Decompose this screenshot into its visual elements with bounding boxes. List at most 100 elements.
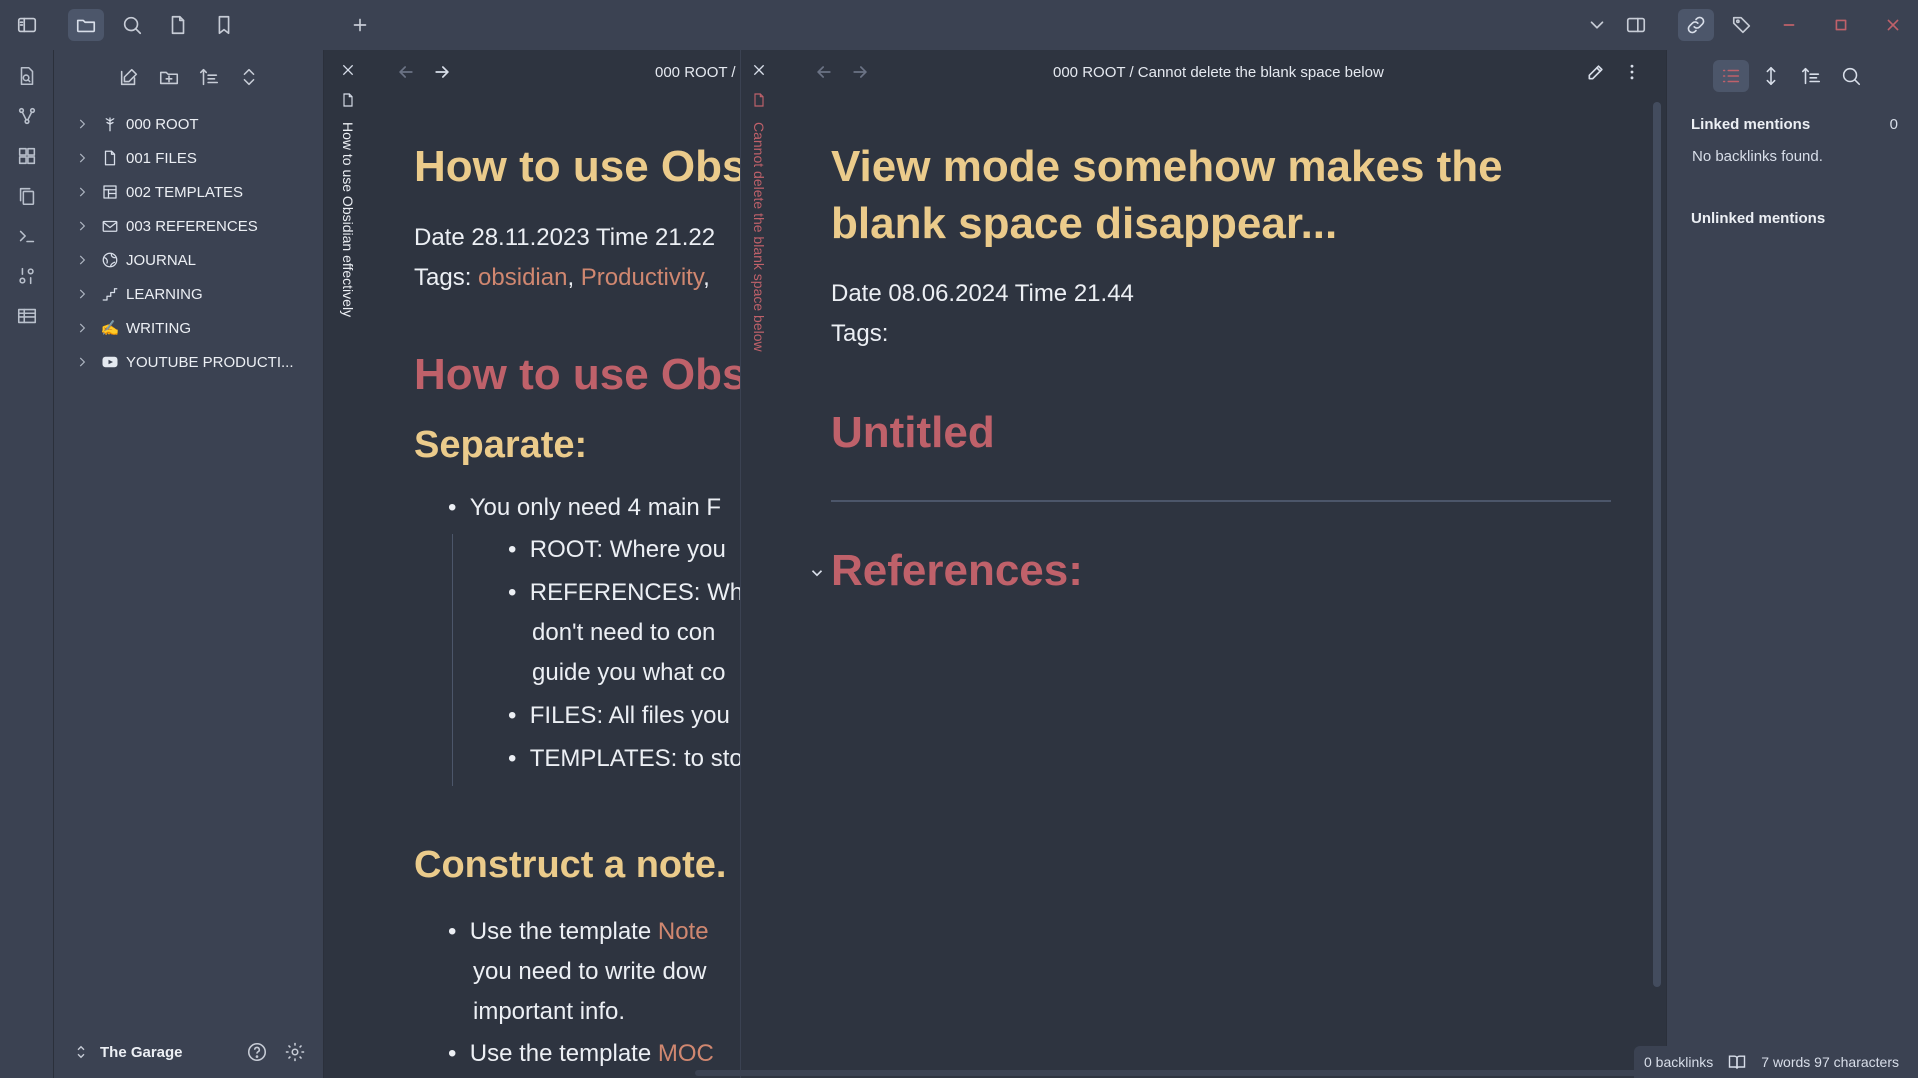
chevron-right-icon <box>74 354 90 370</box>
vault-bar: The Garage <box>54 1026 324 1078</box>
file-icon <box>100 148 120 168</box>
tree-item-youtube[interactable]: YOUTUBE PRODUCTI... <box>74 348 314 376</box>
link-icon[interactable] <box>1678 9 1714 41</box>
chevron-right-icon <box>74 252 90 268</box>
tag-productivity[interactable]: Productivity <box>581 264 703 291</box>
bookmark-icon[interactable] <box>206 9 242 41</box>
tree-item-journal[interactable]: JOURNAL <box>74 246 314 274</box>
breadcrumb: 000 ROOT / Cannot delete the blank space… <box>1053 64 1384 81</box>
ribbon <box>0 50 54 1078</box>
tags-icon[interactable] <box>1724 9 1760 41</box>
heading-references: References: <box>831 546 1083 595</box>
tree-item-files[interactable]: 001 FILES <box>74 144 314 172</box>
tags-label: Tags: <box>414 264 472 291</box>
more-options-icon[interactable] <box>1622 62 1644 84</box>
number-icon[interactable] <box>13 262 41 290</box>
minimize-icon[interactable] <box>1771 9 1807 41</box>
edit-pencil-icon[interactable] <box>1586 62 1608 84</box>
tree-item-label: LEARNING <box>126 285 203 303</box>
vault-name[interactable]: The Garage <box>100 1044 183 1061</box>
forward-arrow-icon[interactable] <box>432 62 454 84</box>
copy-icon[interactable] <box>13 182 41 210</box>
list-icon[interactable] <box>1713 60 1749 92</box>
graph-view-icon[interactable] <box>13 102 41 130</box>
reading-mode-book-icon[interactable] <box>1727 1052 1747 1072</box>
list-item: • ROOT: Where you <box>508 536 726 563</box>
sort-icon[interactable] <box>194 62 224 92</box>
internal-link[interactable]: MOC <box>658 1040 714 1067</box>
tree-item-root[interactable]: 000 ROOT <box>74 110 314 138</box>
split-view-icon[interactable] <box>1618 9 1654 41</box>
tree-item-templates[interactable]: 002 TEMPLATES <box>74 178 314 206</box>
close-tab-icon[interactable] <box>751 62 769 80</box>
file-icon[interactable] <box>160 9 196 41</box>
new-tab-icon[interactable] <box>342 9 378 41</box>
maximize-icon[interactable] <box>1823 9 1859 41</box>
list-item-text: You only need 4 main F <box>469 494 722 521</box>
tree-item-label: 000 ROOT <box>126 115 199 133</box>
no-backlinks-text: No backlinks found. <box>1692 148 1823 165</box>
chevron-down-icon[interactable] <box>1579 9 1615 41</box>
list-item: • REFERENCES: Whe <box>508 573 740 613</box>
note-title: How to use Obs <box>414 142 740 191</box>
word-count: 7 words 97 characters <box>1761 1054 1899 1070</box>
tag-separator: , <box>567 264 575 291</box>
canvas-icon[interactable] <box>13 142 41 170</box>
chevron-right-icon <box>74 184 90 200</box>
heading-construct: Construct a note. <box>414 844 727 886</box>
tree-item-writing[interactable]: ✍ WRITING <box>74 314 314 342</box>
spine-title: Cannot delete the blank space below <box>751 122 767 352</box>
back-arrow-icon[interactable] <box>814 62 836 84</box>
tags-line: Tags: <box>831 320 889 347</box>
vertical-scrollbar[interactable] <box>1653 102 1661 987</box>
fold-chevron-icon[interactable] <box>808 564 826 582</box>
internal-link[interactable]: Note <box>658 918 709 945</box>
backlinks-count[interactable]: 0 backlinks <box>1644 1054 1713 1070</box>
close-icon[interactable] <box>1875 9 1911 41</box>
help-icon[interactable] <box>244 1039 270 1065</box>
list-item-text: TEMPLATES: to sto <box>529 745 740 772</box>
new-note-icon[interactable] <box>114 62 144 92</box>
sidebar-toggle-icon[interactable] <box>9 9 45 41</box>
tag-obsidian[interactable]: obsidian <box>478 264 567 291</box>
linked-mentions-header[interactable]: Linked mentions <box>1691 116 1810 133</box>
stairs-icon <box>100 284 120 304</box>
search-icon[interactable] <box>1833 60 1869 92</box>
tree-item-label: 002 TEMPLATES <box>126 183 243 201</box>
list-item-continuation: you need to write dow <box>473 958 707 985</box>
forward-arrow-icon[interactable] <box>850 62 872 84</box>
breadcrumb-note[interactable]: Cannot delete the blank space below <box>1138 64 1384 81</box>
folder-icon[interactable] <box>68 9 104 41</box>
chevron-right-icon <box>74 320 90 336</box>
chevron-right-icon <box>74 150 90 166</box>
breadcrumb[interactable]: 000 ROOT / <box>655 64 736 81</box>
chevron-right-icon <box>74 116 90 132</box>
date-line: Date 28.11.2023 Time 21.22 <box>414 224 716 251</box>
tag-separator: , <box>703 264 710 291</box>
note-title-line-1: View mode somehow makes the <box>831 142 1503 191</box>
new-note-icon[interactable] <box>13 62 41 90</box>
new-folder-icon[interactable] <box>154 62 184 92</box>
sort-icon[interactable] <box>1793 60 1829 92</box>
collapse-icon[interactable] <box>234 62 264 92</box>
globe-icon <box>100 250 120 270</box>
tree-item-learning[interactable]: LEARNING <box>74 280 314 308</box>
left-editor-pane: 000 ROOT / How to use Obs Date 28.11.202… <box>360 50 740 1078</box>
search-icon[interactable] <box>114 9 150 41</box>
settings-gear-icon[interactable] <box>282 1039 308 1065</box>
vertical-arrows-icon[interactable] <box>1753 60 1789 92</box>
indent-guide <box>452 534 453 786</box>
tree-item-label: 003 REFERENCES <box>126 217 258 235</box>
unlinked-mentions-header[interactable]: Unlinked mentions <box>1691 210 1825 227</box>
back-arrow-icon[interactable] <box>396 62 418 84</box>
title-bar <box>0 0 1918 50</box>
tab-spine-right[interactable]: Cannot delete the blank space below <box>740 50 776 1078</box>
close-tab-icon[interactable] <box>340 62 358 80</box>
terminal-icon[interactable] <box>13 222 41 250</box>
breadcrumb-root[interactable]: 000 ROOT <box>1053 64 1125 81</box>
tree-item-references[interactable]: 003 REFERENCES <box>74 212 314 240</box>
table-icon[interactable] <box>13 302 41 330</box>
vault-switcher-icon[interactable] <box>72 1043 90 1061</box>
writing-hand-icon: ✍ <box>100 320 120 337</box>
horizontal-scrollbar[interactable] <box>695 1070 1695 1076</box>
